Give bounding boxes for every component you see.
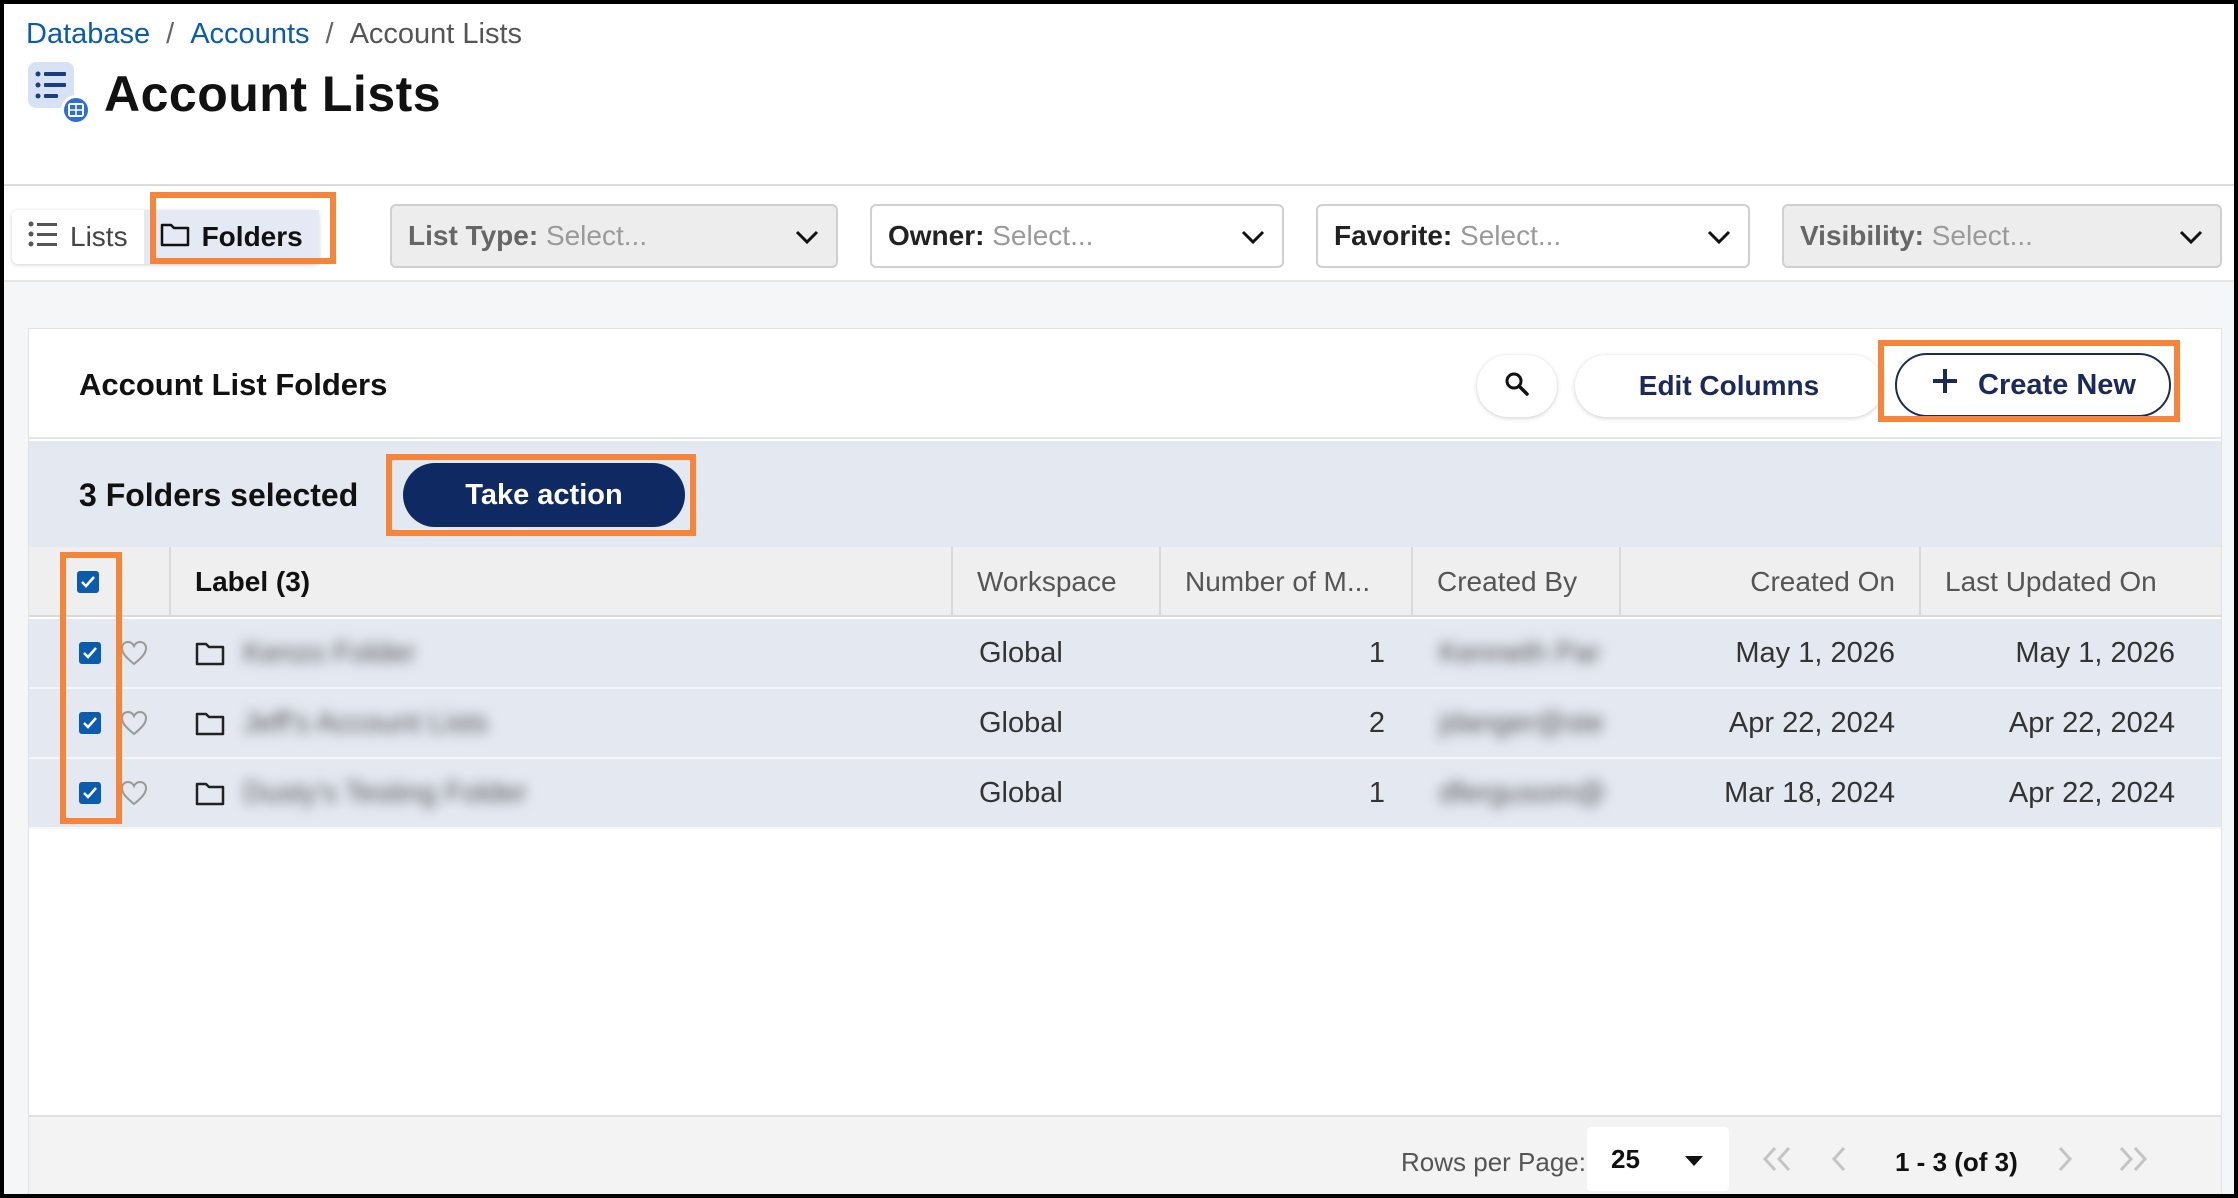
last-page-icon[interactable]: [2115, 1145, 2149, 1180]
filter-key: Visibility:: [1800, 220, 1924, 251]
breadcrumb: Database / Accounts / Account Lists: [26, 18, 522, 51]
row-label[interactable]: Jeff's Account Lists: [243, 689, 488, 757]
table-row[interactable]: Jeff's Account Lists Global 2 jdanger@st…: [29, 689, 2221, 759]
list-type-filter[interactable]: List Type: Select...: [390, 204, 838, 268]
breadcrumb-separator: /: [325, 18, 334, 50]
row-updated-on: May 1, 2026: [2015, 636, 2175, 669]
page-title: Account Lists: [104, 66, 442, 122]
breadcrumb-current: Account Lists: [349, 18, 523, 50]
column-header-created-on[interactable]: Created On: [1619, 547, 1919, 617]
folder-icon: [160, 221, 190, 254]
table-row[interactable]: Dusty's Testing Folder Global 1 dferguso…: [29, 759, 2221, 829]
breadcrumb-accounts[interactable]: Accounts: [190, 18, 309, 51]
breadcrumb-separator: /: [166, 18, 175, 50]
folders-view-button[interactable]: Folders: [143, 210, 319, 264]
lists-view-button[interactable]: Lists: [12, 210, 144, 264]
table-header: Label (3) Workspace Number of M... Creat…: [29, 547, 2221, 617]
row-number: 2: [1368, 706, 1385, 739]
filter-value: Select...: [545, 220, 648, 251]
list-icon: [28, 220, 58, 255]
filter-key: List Type:: [408, 220, 539, 251]
row-label[interactable]: Kenzo Folder: [243, 619, 416, 687]
edit-columns-button[interactable]: Edit Columns: [1575, 355, 1883, 417]
rows-per-page-value: 25: [1611, 1143, 1640, 1174]
card-header: Account List Folders Edit Columns Create…: [29, 329, 2221, 439]
row-created-on: Mar 18, 2024: [1724, 776, 1895, 809]
breadcrumb-database[interactable]: Database: [26, 18, 150, 51]
row-workspace: Global: [979, 706, 1063, 739]
row-created-by: Kenneth Par: [1439, 636, 1601, 669]
plus-icon: [1930, 366, 1960, 404]
folder-icon: [195, 689, 225, 757]
row-label[interactable]: Dusty's Testing Folder: [243, 759, 527, 827]
next-page-icon[interactable]: [2055, 1145, 2075, 1180]
filter-key: Owner:: [888, 220, 985, 251]
previous-page-icon[interactable]: [1829, 1145, 1849, 1180]
chevron-down-icon: [1240, 220, 1266, 252]
chevron-down-icon: [1706, 220, 1732, 252]
row-workspace: Global: [979, 636, 1063, 669]
filter-key: Favorite:: [1334, 220, 1453, 251]
row-workspace: Global: [979, 776, 1063, 809]
select-all-checkbox[interactable]: [77, 571, 99, 593]
search-button[interactable]: [1477, 355, 1557, 417]
filter-value: Select...: [1460, 220, 1562, 251]
row-checkbox[interactable]: [79, 759, 101, 827]
visibility-filter[interactable]: Visibility: Select...: [1782, 204, 2222, 268]
heart-icon[interactable]: [119, 689, 149, 757]
caret-down-icon: [1683, 1144, 1705, 1175]
page-range: 1 - 3 (of 3): [1895, 1147, 2018, 1177]
row-created-by: jdanger@ste: [1439, 706, 1604, 739]
create-new-button[interactable]: Create New: [1895, 353, 2171, 417]
first-page-icon[interactable]: [1761, 1145, 1795, 1180]
owner-filter[interactable]: Owner: Select...: [870, 204, 1284, 268]
pagination-footer: Rows per Page: 25 1 - 3 (of 3): [29, 1115, 2221, 1194]
row-created-on: Apr 22, 2024: [1728, 706, 1895, 739]
rows-per-page-label: Rows per Page:: [1401, 1147, 1586, 1177]
filter-toolbar: Lists Folders List Type: Select... Owner…: [4, 184, 2234, 282]
column-header-label[interactable]: Label (3): [169, 547, 951, 617]
filter-value: Select...: [1931, 220, 2033, 251]
select-all-cell: [29, 547, 169, 617]
heart-icon[interactable]: [119, 759, 149, 827]
card-title: Account List Folders: [79, 367, 388, 402]
row-updated-on: Apr 22, 2024: [2008, 706, 2175, 739]
filter-value: Select...: [992, 220, 1094, 251]
rows-per-page-select[interactable]: 25: [1587, 1127, 1729, 1191]
lists-view-label: Lists: [70, 221, 128, 252]
row-updated-on: Apr 22, 2024: [2008, 776, 2175, 809]
page-header: Account Lists: [26, 60, 441, 128]
row-number: 1: [1368, 636, 1385, 669]
column-header-last-updated[interactable]: Last Updated On: [1919, 547, 2223, 617]
selection-bar: 3 Folders selected Take action: [29, 441, 2221, 547]
account-lists-icon: [26, 60, 94, 128]
row-checkbox[interactable]: [79, 619, 101, 687]
row-created-by: dfergusom@: [1439, 776, 1606, 809]
create-new-label: Create New: [1978, 368, 2136, 401]
column-header-number[interactable]: Number of M...: [1159, 547, 1411, 617]
folders-card: Account List Folders Edit Columns Create…: [28, 328, 2222, 1194]
column-header-created-by[interactable]: Created By: [1411, 547, 1619, 617]
heart-icon[interactable]: [119, 619, 149, 687]
selection-count: 3 Folders selected: [79, 477, 359, 513]
search-icon: [1503, 370, 1531, 403]
folder-icon: [195, 759, 225, 827]
folder-icon: [195, 619, 225, 687]
row-checkbox[interactable]: [79, 689, 101, 757]
row-number: 1: [1368, 776, 1385, 809]
take-action-button[interactable]: Take action: [403, 463, 685, 527]
favorite-filter[interactable]: Favorite: Select...: [1316, 204, 1750, 268]
row-created-on: May 1, 2026: [1735, 636, 1895, 669]
chevron-down-icon: [2178, 220, 2204, 252]
view-toggle: Lists Folders: [12, 210, 319, 264]
app-window: Database / Accounts / Account Lists Acco…: [0, 0, 2238, 1198]
chevron-down-icon: [794, 220, 820, 252]
table-row[interactable]: Kenzo Folder Global 1 Kenneth Par May 1,…: [29, 619, 2221, 689]
folders-view-label: Folders: [201, 221, 303, 252]
column-header-workspace[interactable]: Workspace: [951, 547, 1159, 617]
